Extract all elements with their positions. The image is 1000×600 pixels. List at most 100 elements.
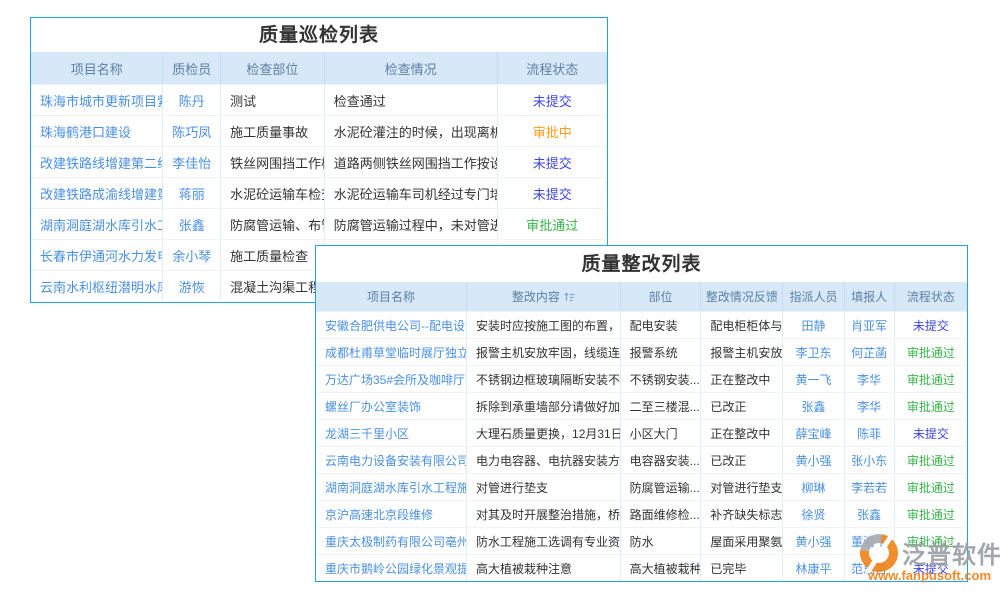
project-link[interactable]: 珠海鹤港口建设 <box>31 116 163 146</box>
cell: 防水工程施工选调有专业资质... <box>467 528 621 554</box>
cell: 检查通过 <box>325 85 498 115</box>
person-link[interactable]: 李若若 <box>845 474 895 500</box>
project-link[interactable]: 重庆太极制药有限公司亳州中... <box>316 528 467 554</box>
person-link[interactable]: 蒋丽 <box>163 178 221 208</box>
cell: 已改正 <box>701 447 783 473</box>
project-link[interactable]: 京沪高速北京段维修 <box>316 501 467 527</box>
project-link[interactable]: 安徽合肥供电公司--配电设备... <box>316 312 467 338</box>
person-link[interactable]: 陈菲 <box>845 420 895 446</box>
cell: 不锈钢边框玻璃隔断安装不牢... <box>467 366 621 392</box>
status-badge: 审批中 <box>498 116 607 146</box>
person-link[interactable]: 林康平 <box>783 555 844 581</box>
table-row: 湖南洞庭湖水库引水工...张鑫防腐管运输、布管防腐管运输过程中，未对管进行...… <box>31 208 607 239</box>
cell: 对管进行垫支 <box>701 474 783 500</box>
cell: 对管进行垫支 <box>467 474 621 500</box>
person-link[interactable]: 柳琳 <box>783 474 844 500</box>
person-link[interactable]: 张鑫 <box>845 501 895 527</box>
cell: 已完毕 <box>701 555 783 581</box>
project-link[interactable]: 湖南洞庭湖水库引水工程施工标 <box>316 474 467 500</box>
cell: 水泥砼运输车司机经过专门培训... <box>325 178 498 208</box>
cell: 防腐管运输、布管 <box>221 209 325 239</box>
column-header-4: 整改情况反馈 <box>701 282 783 311</box>
table-row: 京沪高速北京段维修对其及时开展整治措施，桥头...路面维修检...补齐缺失标志.… <box>316 500 967 527</box>
status-badge: 审批通过 <box>895 339 967 365</box>
person-link[interactable]: 李卫东 <box>783 339 844 365</box>
person-link[interactable]: 张鑫 <box>163 209 221 239</box>
column-header-label: 部位 <box>649 288 673 305</box>
person-link[interactable]: 徐贤 <box>783 501 844 527</box>
column-header-5: 指派人员 <box>783 282 844 311</box>
table-row: 螺丝厂办公室装饰拆除到承重墙部分请做好加固...二至三楼混...已改正张鑫李华审… <box>316 392 967 419</box>
page: 质量巡检列表 项目名称 质检员 检查部位 检查情况流程状态 珠海市城市更新项目紫...… <box>0 0 1000 600</box>
person-link[interactable]: 李佳怡 <box>163 147 221 177</box>
person-link[interactable]: 游恢 <box>163 271 221 301</box>
person-link[interactable]: 黄小强 <box>783 447 844 473</box>
project-link[interactable]: 长春市伊通河水力发电... <box>31 240 163 270</box>
project-link[interactable]: 改建铁路成渝线增建第... <box>31 178 163 208</box>
table-row: 珠海鹤港口建设陈巧凤施工质量事故水泥砼灌注的时候，出现离析现象审批中 <box>31 115 607 146</box>
project-link[interactable]: 成都杜甫草堂临时展厅独立展... <box>316 339 467 365</box>
cell: 铁丝网围挡工作检查 <box>221 147 325 177</box>
column-header-2: 质检员 <box>163 52 221 84</box>
column-header-7: 流程状态 <box>895 282 967 311</box>
column-header-label: 检查部位 <box>246 59 298 78</box>
status-badge: 未提交 <box>498 178 607 208</box>
project-link[interactable]: 云南水利枢纽潜明水库... <box>31 271 163 301</box>
cell: 安装时应按施工图的布置，将... <box>467 312 621 338</box>
person-link[interactable]: 张鑫 <box>783 393 844 419</box>
project-link[interactable]: 云南电力设备安装有限公司20... <box>316 447 467 473</box>
status-badge: 审批通过 <box>895 393 967 419</box>
column-header-label: 项目名称 <box>71 59 123 78</box>
project-link[interactable]: 湖南洞庭湖水库引水工... <box>31 209 163 239</box>
person-link[interactable]: 薛宝峰 <box>783 420 844 446</box>
person-link[interactable]: 余小琴 <box>163 240 221 270</box>
cell: 道路两侧铁丝网围挡工作按设计... <box>325 147 498 177</box>
cell: 水泥砼灌注的时候，出现离析现象 <box>325 116 498 146</box>
project-link[interactable]: 珠海市城市更新项目紫... <box>31 85 163 115</box>
project-link[interactable]: 螺丝厂办公室装饰 <box>316 393 467 419</box>
person-link[interactable]: 李华 <box>845 366 895 392</box>
person-link[interactable]: 陈巧凤 <box>163 116 221 146</box>
person-link[interactable]: 何芷菡 <box>845 339 895 365</box>
project-link[interactable]: 万达广场35#会所及咖啡厅空... <box>316 366 467 392</box>
project-link[interactable]: 龙湖三千里小区 <box>316 420 467 446</box>
person-link[interactable]: 肖亚军 <box>845 312 895 338</box>
cell: 混凝土沟渠工程 <box>221 271 325 301</box>
table-row: 万达广场35#会所及咖啡厅空...不锈钢边框玻璃隔断安装不牢...不锈钢安装..… <box>316 365 967 392</box>
column-header-3: 检查部位 <box>221 52 325 84</box>
cell: 二至三楼混... <box>621 393 702 419</box>
project-link[interactable]: 改建铁路线增建第二线... <box>31 147 163 177</box>
column-header-label: 整改内容 <box>512 288 560 305</box>
person-link[interactable]: 黄一飞 <box>783 366 844 392</box>
cell: 报警主机安放牢固，线缆连接... <box>467 339 621 365</box>
cell: 施工质量事故 <box>221 116 325 146</box>
table-row: 珠海市城市更新项目紫...陈丹测试检查通过未提交 <box>31 84 607 115</box>
cell: 报警系统 <box>621 339 702 365</box>
cell: 防腐管运输... <box>621 474 702 500</box>
cell: 高大植被栽种注意 <box>467 555 621 581</box>
person-link[interactable]: 李华 <box>845 393 895 419</box>
project-link[interactable]: 重庆市鹅岭公园绿化景观提升... <box>316 555 467 581</box>
person-link[interactable]: 陈丹 <box>163 85 221 115</box>
fanpu-logo-icon <box>860 534 898 572</box>
inspection-table-title: 质量巡检列表 <box>31 18 607 52</box>
cell: 路面维修检... <box>621 501 702 527</box>
cell: 不锈钢安装... <box>621 366 702 392</box>
person-link[interactable]: 田静 <box>783 312 844 338</box>
rectification-table-header-row: 项目名称整改内容部位整改情况反馈指派人员填报人流程状态 <box>316 282 967 311</box>
watermark-url: www.fanpusoft.com <box>868 568 991 583</box>
cell: 补齐缺失标志... <box>701 501 783 527</box>
person-link[interactable]: 张小东 <box>845 447 895 473</box>
status-badge: 未提交 <box>498 85 607 115</box>
person-link[interactable]: 黄小强 <box>783 528 844 554</box>
column-header-2[interactable]: 整改内容 <box>467 282 621 311</box>
cell: 防水 <box>621 528 702 554</box>
table-row: 云南电力设备安装有限公司20...电力电容器、电抗器安装方案,...电容器安装.… <box>316 446 967 473</box>
cell: 屋面采用聚氨... <box>701 528 783 554</box>
column-header-4: 检查情况 <box>325 52 498 84</box>
column-header-label: 流程状态 <box>907 288 955 305</box>
sort-icon <box>564 291 575 302</box>
status-badge: 未提交 <box>895 420 967 446</box>
column-header-label: 项目名称 <box>367 288 415 305</box>
status-badge: 审批通过 <box>895 501 967 527</box>
